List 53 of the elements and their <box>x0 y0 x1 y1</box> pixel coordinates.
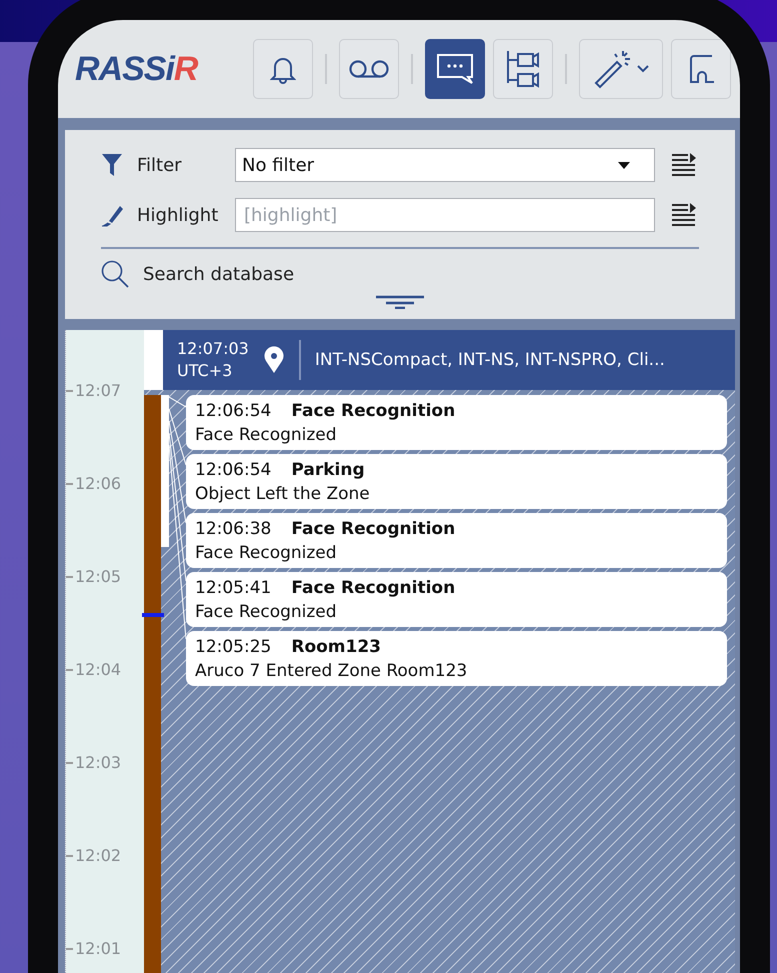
event-time: 12:05:25 <box>195 636 272 659</box>
event-title: Room123 <box>291 636 382 659</box>
event-time: 12:06:54 <box>195 459 272 482</box>
list-arrow-icon <box>671 203 697 227</box>
event-title: Face Recognition <box>291 577 456 600</box>
time-label: 12:01 <box>75 940 122 958</box>
outline-icon <box>688 52 714 86</box>
event-card[interactable]: 12:06:54 Face Recognition Face Recognized <box>186 395 727 450</box>
time-label: 12:05 <box>75 568 122 586</box>
highlight-field[interactable]: [highlight] <box>235 198 655 232</box>
filter-dropdown[interactable]: No filter <box>235 148 655 182</box>
event-title: Face Recognition <box>291 400 456 423</box>
filter-label: Filter <box>137 154 183 176</box>
highlight-label: Highlight <box>137 204 220 226</box>
event-time: 12:06:54 <box>195 400 272 423</box>
event-card[interactable]: 12:05:41 Face Recognition Face Recognized <box>186 572 727 627</box>
event-description: Face Recognized <box>195 601 338 624</box>
search-icon <box>101 260 129 288</box>
search-database-link[interactable]: Search database <box>143 264 294 284</box>
list-arrow-icon <box>671 153 697 177</box>
header-gap-block <box>144 330 163 390</box>
toolbar-button[interactable] <box>425 39 485 99</box>
chat-icon <box>436 53 474 85</box>
time-label: 12:06 <box>75 475 122 493</box>
event-card[interactable]: 12:05:25 Room123 Aruco 7 Entered Zone Room123 <box>186 631 727 686</box>
location-list: INT-NSCompact, INT-NS, INT-NSPRO, Cli... <box>314 349 665 371</box>
event-description: Face Recognized <box>195 424 338 447</box>
time-label: 12:04 <box>75 661 122 679</box>
pen-icon <box>101 203 123 227</box>
caret-icon <box>637 65 649 73</box>
event-title: Parking <box>291 459 365 482</box>
timezone-label: UTC+3 <box>177 360 234 382</box>
event-description: Aruco 7 Entered Zone Room123 <box>195 660 468 683</box>
time-label: 12:03 <box>75 754 122 772</box>
current-time: 12:07:03 <box>177 338 249 360</box>
position-marker <box>142 613 164 617</box>
voicemail-icon <box>348 59 390 79</box>
event-description: Object Left the Zone <box>195 483 371 506</box>
event-description: Face Recognized <box>195 542 338 565</box>
funnel-icon <box>101 153 123 177</box>
wand-icon <box>593 49 631 89</box>
location-pin-icon <box>262 346 285 374</box>
logo: RASSiR <box>75 50 199 88</box>
event-card[interactable]: 12:06:54 Parking Object Left the Zone <box>186 454 727 509</box>
dropdown-arrow-icon <box>618 162 630 168</box>
event-card[interactable]: 12:06:38 Face Recognition Face Recognized <box>186 513 727 568</box>
event-time: 12:05:41 <box>195 577 272 600</box>
time-label: 12:07 <box>75 382 122 400</box>
time-label: 12:02 <box>75 847 122 865</box>
event-time: 12:06:38 <box>195 518 272 541</box>
camera-tree-icon <box>505 49 541 89</box>
event-title: Face Recognition <box>291 518 456 541</box>
collapse-handle-icon <box>376 295 424 309</box>
